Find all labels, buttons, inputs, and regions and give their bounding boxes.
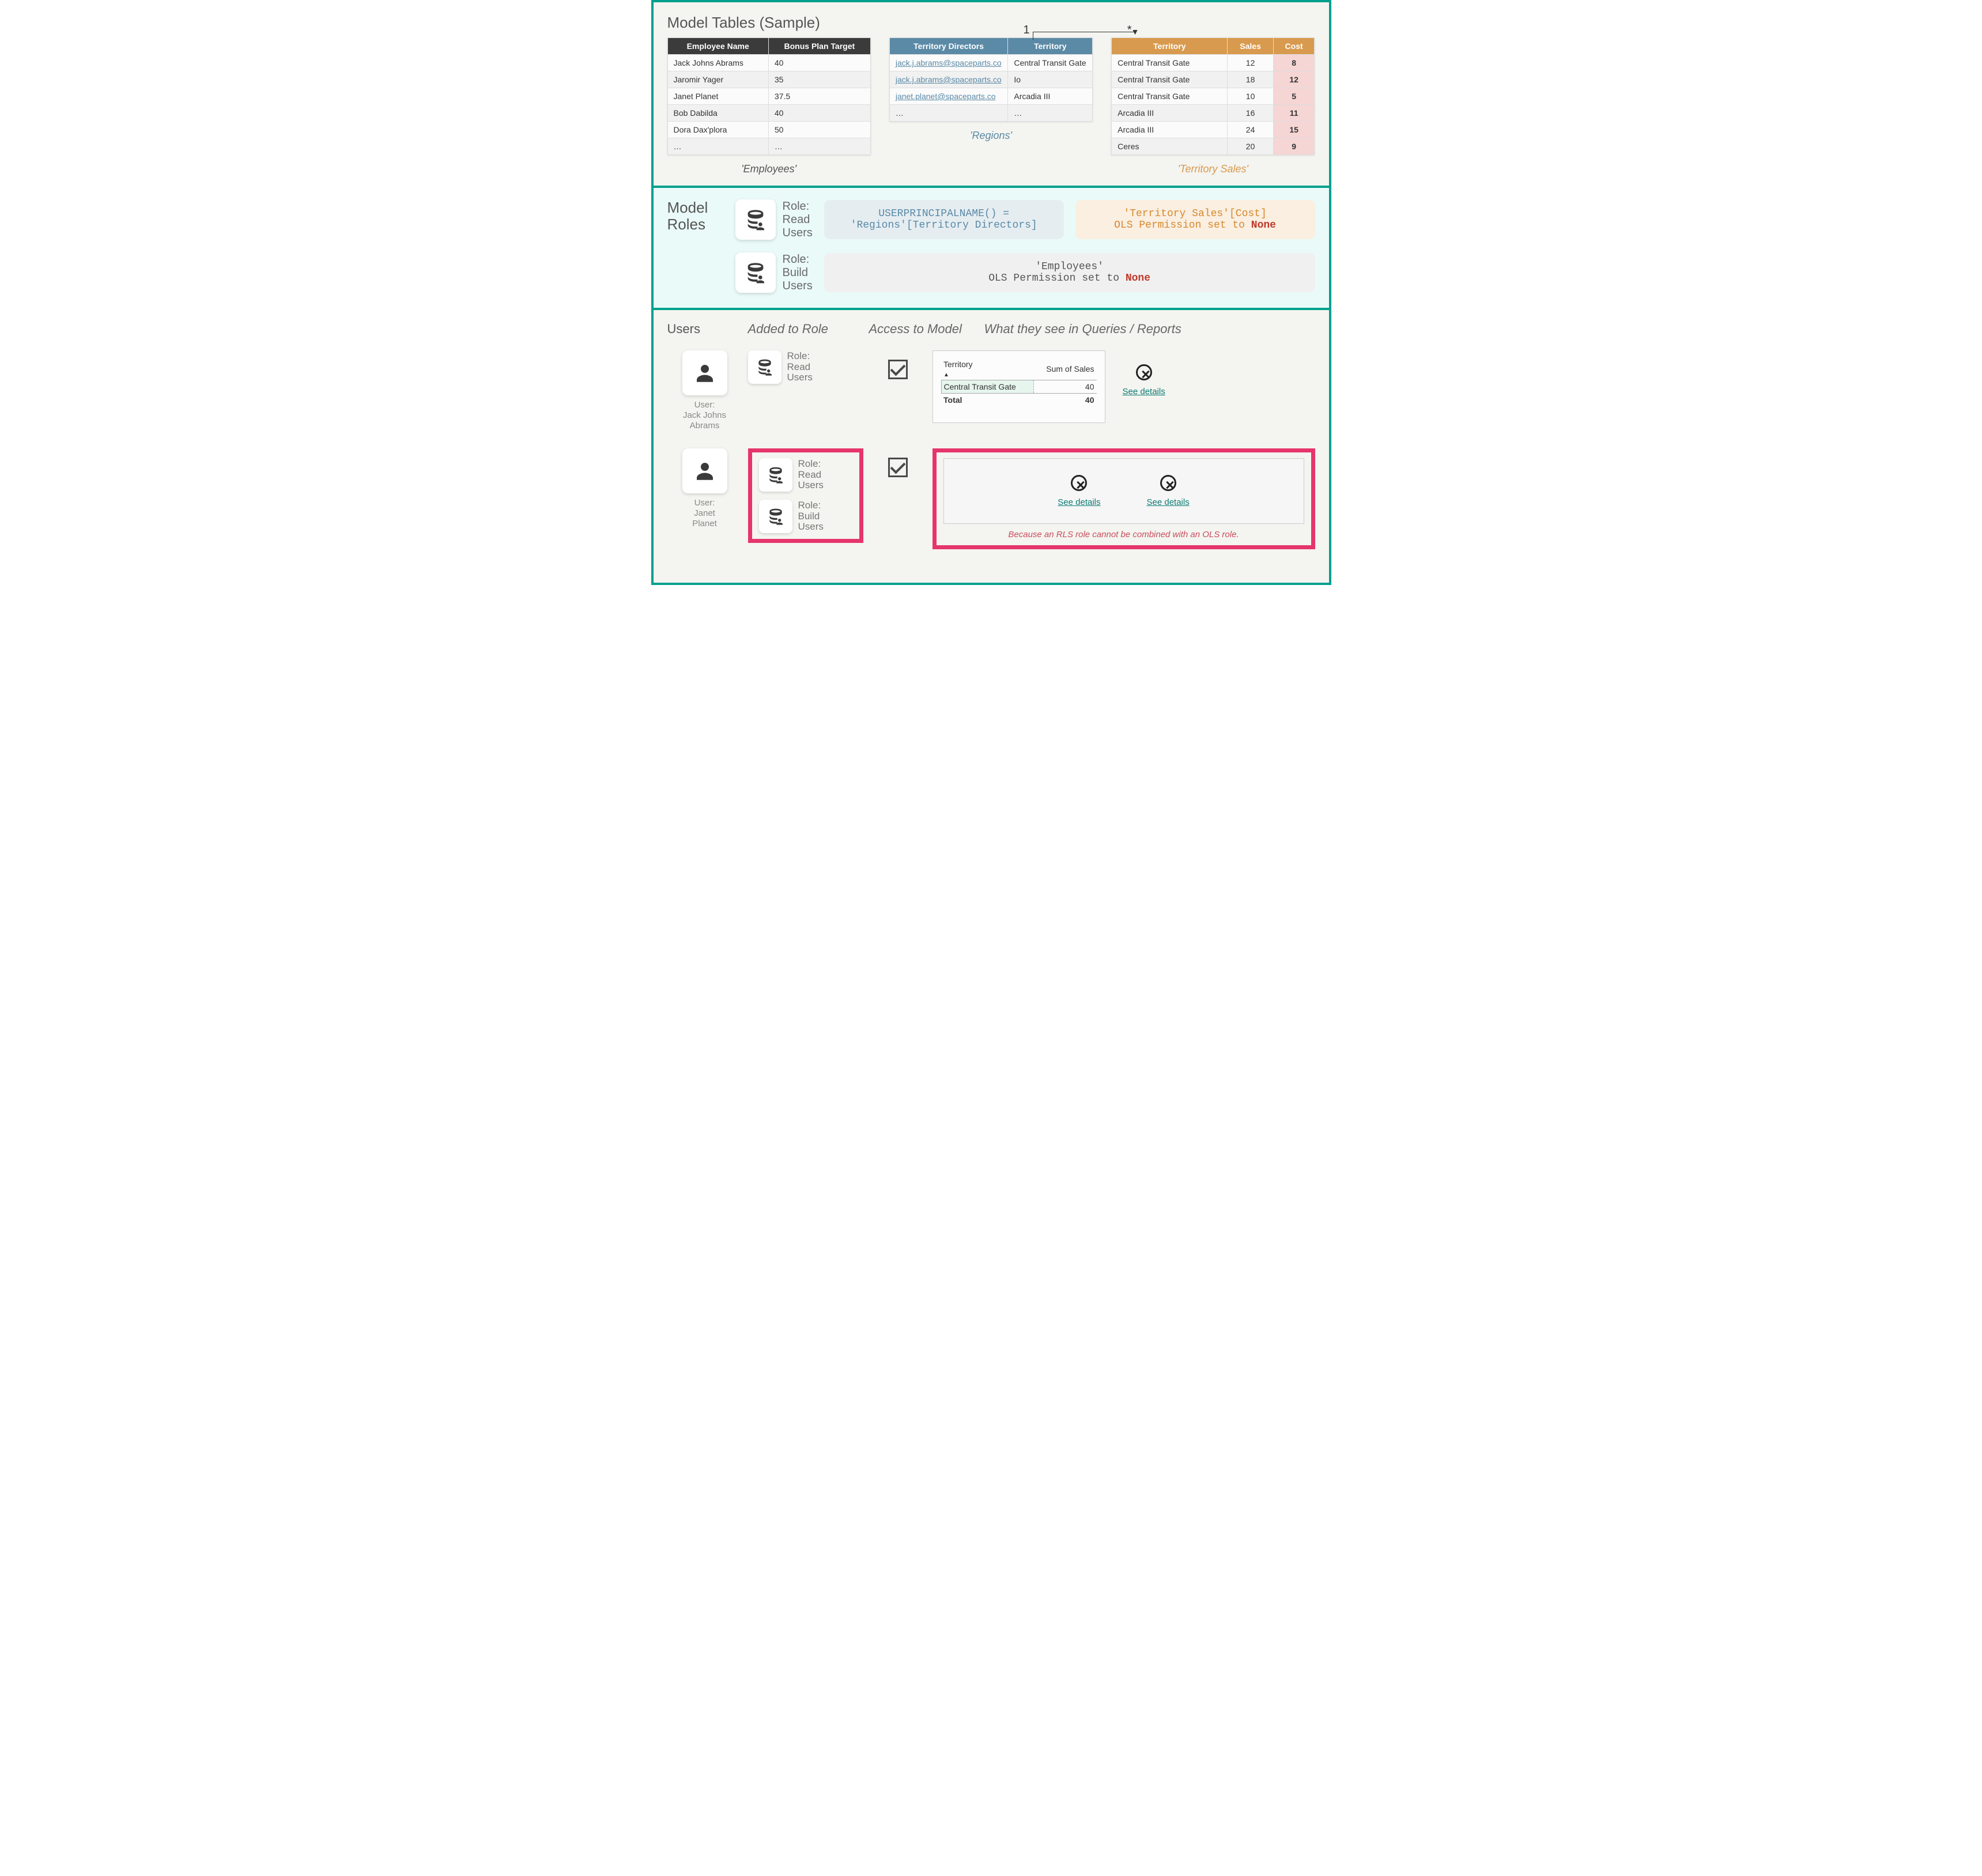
employees-caption: 'Employees' (667, 163, 871, 175)
error-result: See details (1123, 350, 1165, 397)
error-icon (1136, 364, 1152, 380)
table-row: …… (889, 105, 1092, 122)
database-role-icon (748, 350, 782, 384)
section-users: Users Added to Role Access to Model What… (654, 310, 1329, 583)
table-row: Central Transit Gate105 (1112, 88, 1315, 105)
result-col-sum: Sum of Sales (1033, 358, 1096, 380)
result-data-row: Central Transit Gate 40 (941, 380, 1097, 394)
highlight-error-result: See details See details Because an RLS r… (933, 448, 1315, 549)
database-role-icon (735, 252, 776, 293)
territory-sales-table-block: Territory Sales Cost Central Transit Gat… (1111, 37, 1315, 175)
rls-dax-expression: USERPRINCIPALNAME() = 'Regions'[Territor… (824, 200, 1064, 239)
table-row: Arcadia III2415 (1112, 122, 1315, 138)
section-model-tables: Model Tables (Sample) 1 * ▼ Employee Nam… (654, 2, 1329, 188)
col-sales: Sales (1228, 38, 1273, 55)
table-row: Central Transit Gate1812 (1112, 71, 1315, 88)
see-details-link[interactable]: See details (1147, 497, 1190, 507)
user-janet-label: User: Janet Planet (667, 498, 742, 529)
col-bonus-plan: Bonus Plan Target (768, 38, 870, 55)
table-row: janet.planet@spaceparts.coArcadia III (889, 88, 1092, 105)
error-result: See details (1058, 475, 1100, 507)
table-row: jack.j.abrams@spaceparts.coIo (889, 71, 1092, 88)
relationship-indicator: 1 * ▼ (1024, 24, 1139, 40)
ols-employees-permission: 'Employees' OLS Permission set to None (824, 253, 1315, 292)
result-col-territory: Territory▲ (941, 358, 1033, 380)
table-row: Central Transit Gate128 (1112, 55, 1315, 71)
sort-asc-icon: ▲ (943, 372, 949, 378)
table-row: Arcadia III1611 (1112, 105, 1315, 122)
col-employee-name: Employee Name (667, 38, 768, 55)
users-heading: Users (667, 322, 742, 337)
employees-table-block: Employee Name Bonus Plan Target Jack Joh… (667, 37, 871, 175)
query-result-table: Territory▲ Sum of Sales Central Transit … (933, 350, 1105, 423)
col-territory-ts: Territory (1112, 38, 1228, 55)
database-role-icon (759, 458, 792, 492)
see-details-link[interactable]: See details (1123, 387, 1165, 397)
roles-title: Model Roles (667, 199, 719, 293)
role-row-read: Role: Read Users USERPRINCIPALNAME() = '… (735, 199, 1315, 240)
what-they-see-heading: What they see in Queries / Reports (984, 322, 1315, 337)
access-heading: Access to Model (869, 322, 979, 337)
table-row: …… (667, 138, 870, 155)
error-icon (1160, 475, 1176, 491)
col-territory: Territory (1008, 38, 1093, 55)
cardinality-one: 1 (1024, 24, 1030, 37)
assigned-role-build: Role: Build Users (759, 500, 852, 533)
regions-caption: 'Regions' (889, 130, 1093, 142)
database-role-icon (735, 199, 776, 240)
employees-table: Employee Name Bonus Plan Target Jack Joh… (667, 37, 871, 155)
user-icon (682, 448, 727, 493)
users-header-row: Users Added to Role Access to Model What… (667, 322, 1315, 337)
section-model-roles: Model Roles Role: Read Users USERPRINCIP… (654, 188, 1329, 310)
result-total-row: Total 40 (941, 394, 1097, 407)
role-row-build: Role: Build Users 'Employees' OLS Permis… (735, 252, 1315, 293)
arrow-down-icon: ▼ (1131, 27, 1139, 36)
territory-sales-table: Territory Sales Cost Central Transit Gat… (1111, 37, 1315, 155)
col-territory-directors: Territory Directors (889, 38, 1008, 55)
regions-table: Territory Directors Territory jack.j.abr… (889, 37, 1093, 122)
highlight-combined-roles: Role: Read Users Role: Build Users (748, 448, 863, 543)
regions-table-block: Territory Directors Territory jack.j.abr… (889, 37, 1093, 142)
user-icon (682, 350, 727, 395)
table-row: Jaromir Yager35 (667, 71, 870, 88)
user-row-janet: User: Janet Planet Role: Read Users (667, 448, 1315, 549)
see-details-link[interactable]: See details (1058, 497, 1100, 507)
table-row: Ceres209 (1112, 138, 1315, 155)
error-result-box: See details See details (943, 458, 1304, 524)
ols-cost-permission: 'Territory Sales'[Cost] OLS Permission s… (1075, 200, 1315, 239)
assigned-role-read: Role: Read Users (748, 350, 863, 384)
role-read-label: Role: Read Users (783, 200, 813, 240)
user-row-jack: User: Jack Johns Abrams Role: Read Users (667, 350, 1315, 431)
territory-sales-caption: 'Territory Sales' (1111, 163, 1315, 175)
error-icon (1071, 475, 1087, 491)
checkbox-checked-icon (888, 360, 908, 379)
assigned-role-read: Role: Read Users (759, 458, 852, 492)
role-build-label: Role: Build Users (783, 253, 813, 293)
user-jack-label: User: Jack Johns Abrams (667, 400, 742, 431)
error-result: See details (1147, 475, 1190, 507)
database-role-icon (759, 500, 792, 533)
col-cost: Cost (1273, 38, 1315, 55)
tables-title: Model Tables (Sample) (667, 14, 1315, 32)
table-row: Janet Planet37.5 (667, 88, 870, 105)
table-row: Dora Dax'plora50 (667, 122, 870, 138)
ols-rls-caption: Because an RLS role cannot be combined w… (943, 530, 1304, 539)
checkbox-checked-icon (888, 458, 908, 477)
table-row: jack.j.abrams@spaceparts.coCentral Trans… (889, 55, 1092, 71)
table-row: Jack Johns Abrams40 (667, 55, 870, 71)
added-to-role-heading: Added to Role (748, 322, 863, 337)
table-row: Bob Dabilda40 (667, 105, 870, 122)
